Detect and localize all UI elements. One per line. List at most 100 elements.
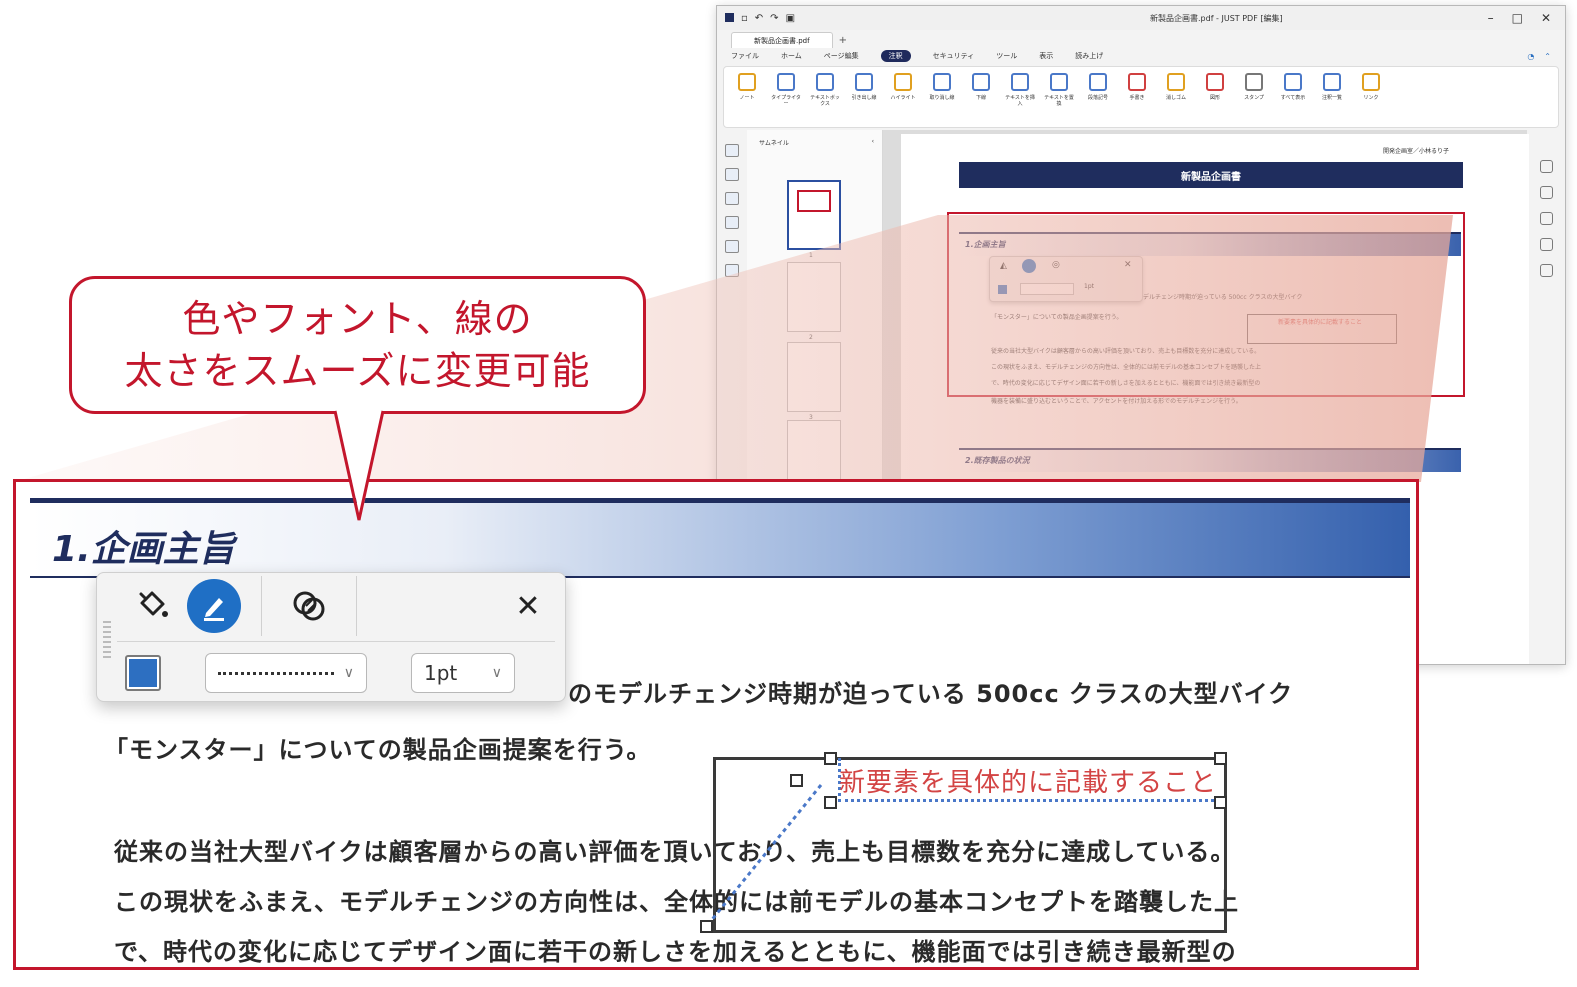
signature-panel-icon[interactable]	[725, 264, 739, 277]
ribbon-button[interactable]: 段落記号	[1083, 73, 1113, 101]
menu-item[interactable]: ホーム	[781, 51, 802, 61]
chevron-down-icon: ∨	[491, 665, 502, 681]
save-icon[interactable]: ▫	[741, 13, 748, 24]
menu-item[interactable]: 注釈	[880, 50, 911, 62]
window-title: 新製品企画書.pdf - JUST PDF [編集]	[1150, 13, 1283, 23]
annotation-panel-icon[interactable]	[725, 144, 739, 157]
note-annotation-text[interactable]: 新要素を具体的に記載すること	[839, 762, 1217, 799]
attachment-panel-icon[interactable]	[725, 192, 739, 205]
ribbon-button[interactable]: 図形	[1200, 73, 1230, 101]
resize-handle[interactable]	[790, 774, 803, 787]
zoomed-section: 1.企画主旨 のモデルチェンジ時期が迫っている 500cc クラスの大型バイク …	[13, 479, 1419, 970]
edit-icon[interactable]	[1539, 186, 1553, 199]
line-style-dropdown[interactable]: ∨	[205, 653, 367, 693]
page-number: 2	[809, 334, 813, 341]
page-thumbnail[interactable]	[787, 180, 841, 250]
menu-item[interactable]: ファイル	[731, 51, 759, 61]
typewriter-icon	[777, 73, 795, 91]
ribbon-button[interactable]: 引き出し線	[849, 73, 879, 101]
ribbon-button[interactable]: ハイライト	[888, 73, 918, 101]
menu-item[interactable]: 表示	[1039, 51, 1053, 61]
ribbon-button[interactable]: すべて表示	[1278, 73, 1308, 101]
comment-icon[interactable]	[1539, 238, 1553, 251]
line-width-dropdown[interactable]: 1pt ∨	[411, 653, 515, 693]
print-icon[interactable]: ▣	[786, 13, 795, 24]
section-heading: 2.既存製品の状況	[959, 448, 1461, 472]
feature-callout: 色やフォント、線の 太さをスムーズに変更可能	[69, 276, 646, 414]
menu-bar-right: ◔ ⌃	[1527, 52, 1551, 61]
show-all-icon	[1284, 73, 1302, 91]
close-window-button[interactable]: ✕	[1541, 11, 1551, 25]
callout-line-1: 色やフォント、線の	[182, 297, 533, 341]
app-logo-icon	[725, 12, 734, 22]
ribbon-button[interactable]: 取り消し線	[927, 73, 957, 101]
menu-item[interactable]: 読み上げ	[1075, 51, 1103, 61]
layer-panel-icon[interactable]	[725, 240, 739, 253]
resize-handle[interactable]	[824, 796, 837, 809]
ribbon-button-label: リンク	[1363, 95, 1379, 101]
toolbar-divider	[117, 641, 555, 642]
menu-item[interactable]: セキュリティ	[933, 51, 975, 61]
ribbon-button[interactable]: ノート	[732, 73, 762, 101]
line-width-value: 1pt	[424, 661, 458, 685]
resize-handle[interactable]	[824, 752, 837, 765]
page-title: 新製品企画書	[959, 162, 1463, 188]
opacity-icon	[293, 591, 325, 621]
ribbon-button[interactable]: 注釈一覧	[1317, 73, 1347, 101]
thumbnail-panel-icon[interactable]	[725, 168, 739, 181]
ribbon-button-label: すべて表示	[1280, 95, 1306, 101]
panel-close-icon[interactable]: ‹	[872, 138, 874, 147]
ribbon-button[interactable]: スタンプ	[1239, 73, 1269, 101]
color-swatch[interactable]	[125, 655, 161, 691]
fill-color-button[interactable]	[125, 579, 179, 633]
resize-handle[interactable]	[1214, 796, 1227, 809]
ribbon-button-label: 下線	[975, 95, 986, 101]
minimize-button[interactable]: –	[1488, 11, 1494, 25]
zoom-body-line: で、時代の変化に応じてデザイン面に若干の新しさを加えるとともに、機能面では引き続…	[114, 938, 1237, 966]
thumbnail-panel-title: サムネイル	[759, 140, 789, 147]
underline-icon	[972, 73, 990, 91]
redo-icon[interactable]: ↷	[770, 13, 778, 24]
callout-line-2: 太さをスムーズに変更可能	[124, 349, 591, 393]
opacity-button[interactable]	[282, 579, 336, 633]
undo-icon[interactable]: ↶	[755, 13, 763, 24]
page-thumbnail[interactable]	[787, 342, 841, 412]
document-tab[interactable]: 新製品企画書.pdf	[731, 32, 833, 48]
leader-end-handle[interactable]	[700, 920, 713, 933]
ribbon-button[interactable]: 消しゴム	[1161, 73, 1191, 101]
menu-item[interactable]: ページ編集	[824, 51, 859, 61]
ribbon-button[interactable]: テキストボックス	[810, 73, 840, 107]
share-icon[interactable]	[1539, 264, 1553, 277]
new-tab-plus-icon[interactable]: +	[839, 35, 847, 48]
collapse-ribbon-icon[interactable]: ⌃	[1544, 52, 1551, 61]
page-thumbnail[interactable]	[787, 262, 841, 332]
ribbon-button[interactable]: タイプライター	[771, 73, 801, 107]
ribbon-button[interactable]: リンク	[1356, 73, 1386, 101]
zoom-region-highlight	[947, 212, 1465, 397]
ribbon-button[interactable]: 手書き	[1122, 73, 1152, 101]
toolbar-separator	[356, 576, 357, 636]
resize-handle[interactable]	[1214, 752, 1227, 765]
ribbon-button-label: 図形	[1209, 95, 1220, 101]
ribbon-button[interactable]: テキストを挿入	[1005, 73, 1035, 107]
color-swatch-fill	[129, 659, 157, 687]
toolbar-icon-row: ✕	[125, 573, 555, 639]
title-bar: ▫ ↶ ↷ ▣ 新製品企画書.pdf - JUST PDF [編集] – □ ✕	[717, 6, 1565, 30]
search-icon[interactable]	[1539, 160, 1553, 173]
menu-item[interactable]: ツール	[996, 51, 1017, 61]
zoom-body-line: 「モンスター」についての製品企画提案を行う。	[104, 736, 652, 764]
help-icon[interactable]: ◔	[1527, 52, 1534, 61]
line-color-button[interactable]	[187, 579, 241, 633]
ribbon-button[interactable]: 下線	[966, 73, 996, 101]
ribbon-button[interactable]: テキストを置換	[1044, 73, 1074, 107]
maximize-button[interactable]: □	[1512, 11, 1523, 25]
page-number: 1	[809, 252, 813, 259]
pen-icon	[204, 598, 224, 621]
close-icon: ✕	[515, 588, 541, 624]
toolbar-drag-handle[interactable]	[103, 621, 111, 661]
user-icon[interactable]	[1539, 212, 1553, 225]
bookmark-panel-icon[interactable]	[725, 216, 739, 229]
paint-bucket-icon	[139, 591, 168, 617]
close-toolbar-button[interactable]: ✕	[501, 579, 555, 633]
right-tool-rail	[1527, 130, 1565, 664]
